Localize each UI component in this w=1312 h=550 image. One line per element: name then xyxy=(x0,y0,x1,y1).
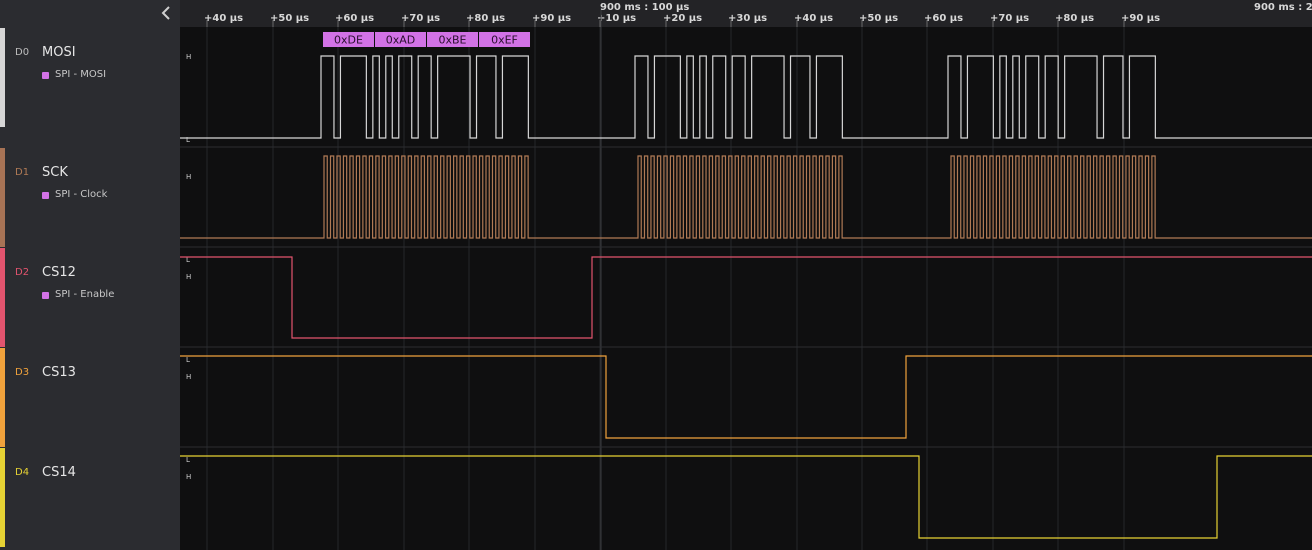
channel-name[interactable]: CS13 xyxy=(42,365,76,380)
sck-waveform xyxy=(180,155,1312,239)
time-tick-label: +60 µs xyxy=(335,13,374,24)
level-high-label: H xyxy=(186,53,191,61)
time-tick-label: +50 µs xyxy=(270,13,309,24)
analyzer-label[interactable]: SPI - MOSI xyxy=(55,69,106,80)
time-tick-label: +80 µs xyxy=(466,13,505,24)
analyzer-color-dot xyxy=(42,292,49,299)
level-high-label: H xyxy=(186,173,191,181)
analyzer-label[interactable]: SPI - Enable xyxy=(55,289,114,300)
cs14-waveform xyxy=(180,455,1312,539)
time-tick-label: +10 µs xyxy=(597,13,636,24)
channel-name[interactable]: MOSI xyxy=(42,45,76,60)
channel-color-stripe xyxy=(0,348,5,447)
channel-row-d4[interactable]: D4 CS14 xyxy=(0,448,180,547)
sidebar-header xyxy=(0,0,180,27)
time-tick-label: +80 µs xyxy=(1055,13,1094,24)
time-tick-label: +30 µs xyxy=(728,13,767,24)
channel-number: D1 xyxy=(15,167,30,178)
channel-color-stripe xyxy=(0,248,5,347)
waveform-view[interactable]: +40 µs +50 µs +60 µs +70 µs +80 µs +90 µs +10 … xyxy=(180,0,1312,550)
level-low-label: L xyxy=(186,356,190,364)
channel-number: D2 xyxy=(15,267,30,278)
channel-row-d3[interactable]: D3 CS13 xyxy=(0,348,180,447)
channel-color-stripe xyxy=(0,448,5,547)
level-low-label: L xyxy=(186,456,190,464)
time-tick-label: +50 µs xyxy=(859,13,898,24)
mosi-waveform xyxy=(180,55,1312,139)
channel-row-d0[interactable]: D0 MOSI SPI - MOSI xyxy=(0,28,180,127)
time-tick-label: +90 µs xyxy=(532,13,571,24)
decoded-byte-label: 0xEF xyxy=(491,34,518,47)
channel-name[interactable]: CS14 xyxy=(42,465,76,480)
cs12-waveform xyxy=(180,256,1312,339)
channel-number: D3 xyxy=(15,367,30,378)
time-tick-label: +40 µs xyxy=(794,13,833,24)
channel-color-stripe xyxy=(0,148,5,247)
waveform-canvas[interactable]: +40 µs +50 µs +60 µs +70 µs +80 µs +90 µs +10 … xyxy=(180,0,1312,550)
decoded-byte-label: 0xBE xyxy=(438,34,466,47)
analyzer-color-dot xyxy=(42,192,49,199)
time-tick-label: +20 µs xyxy=(663,13,702,24)
level-high-label: H xyxy=(186,373,191,381)
decoded-byte-label: 0xDE xyxy=(334,34,363,47)
channel-sidebar: D0 MOSI SPI - MOSI D1 SCK SPI - Clock D2… xyxy=(0,0,180,550)
level-high-label: H xyxy=(186,273,191,281)
decoded-byte-label: 0xAD xyxy=(386,34,416,47)
channel-name[interactable]: SCK xyxy=(42,165,68,180)
collapse-sidebar-button[interactable] xyxy=(156,4,176,22)
time-tick-label: +40 µs xyxy=(204,13,243,24)
chevron-left-icon xyxy=(161,6,170,20)
level-low-label: L xyxy=(186,136,190,144)
channel-name[interactable]: CS12 xyxy=(42,265,76,280)
time-tick-label: +60 µs xyxy=(924,13,963,24)
cs13-waveform xyxy=(180,355,1312,439)
channel-row-d1[interactable]: D1 SCK SPI - Clock xyxy=(0,148,180,247)
channel-number: D0 xyxy=(15,47,30,58)
analyzer-label[interactable]: SPI - Clock xyxy=(55,189,107,200)
time-tick-label: +70 µs xyxy=(990,13,1029,24)
time-tick-label: +90 µs xyxy=(1121,13,1160,24)
channel-color-stripe xyxy=(0,28,5,127)
channel-number: D4 xyxy=(15,467,30,478)
time-tick-label: +70 µs xyxy=(401,13,440,24)
analyzer-color-dot xyxy=(42,72,49,79)
level-high-label: H xyxy=(186,473,191,481)
channel-row-d2[interactable]: D2 CS12 SPI - Enable xyxy=(0,248,180,347)
major-time-label: 900 ms : 100 µs xyxy=(600,2,689,13)
major-time-label-2: 900 ms : 20 xyxy=(1254,2,1312,13)
